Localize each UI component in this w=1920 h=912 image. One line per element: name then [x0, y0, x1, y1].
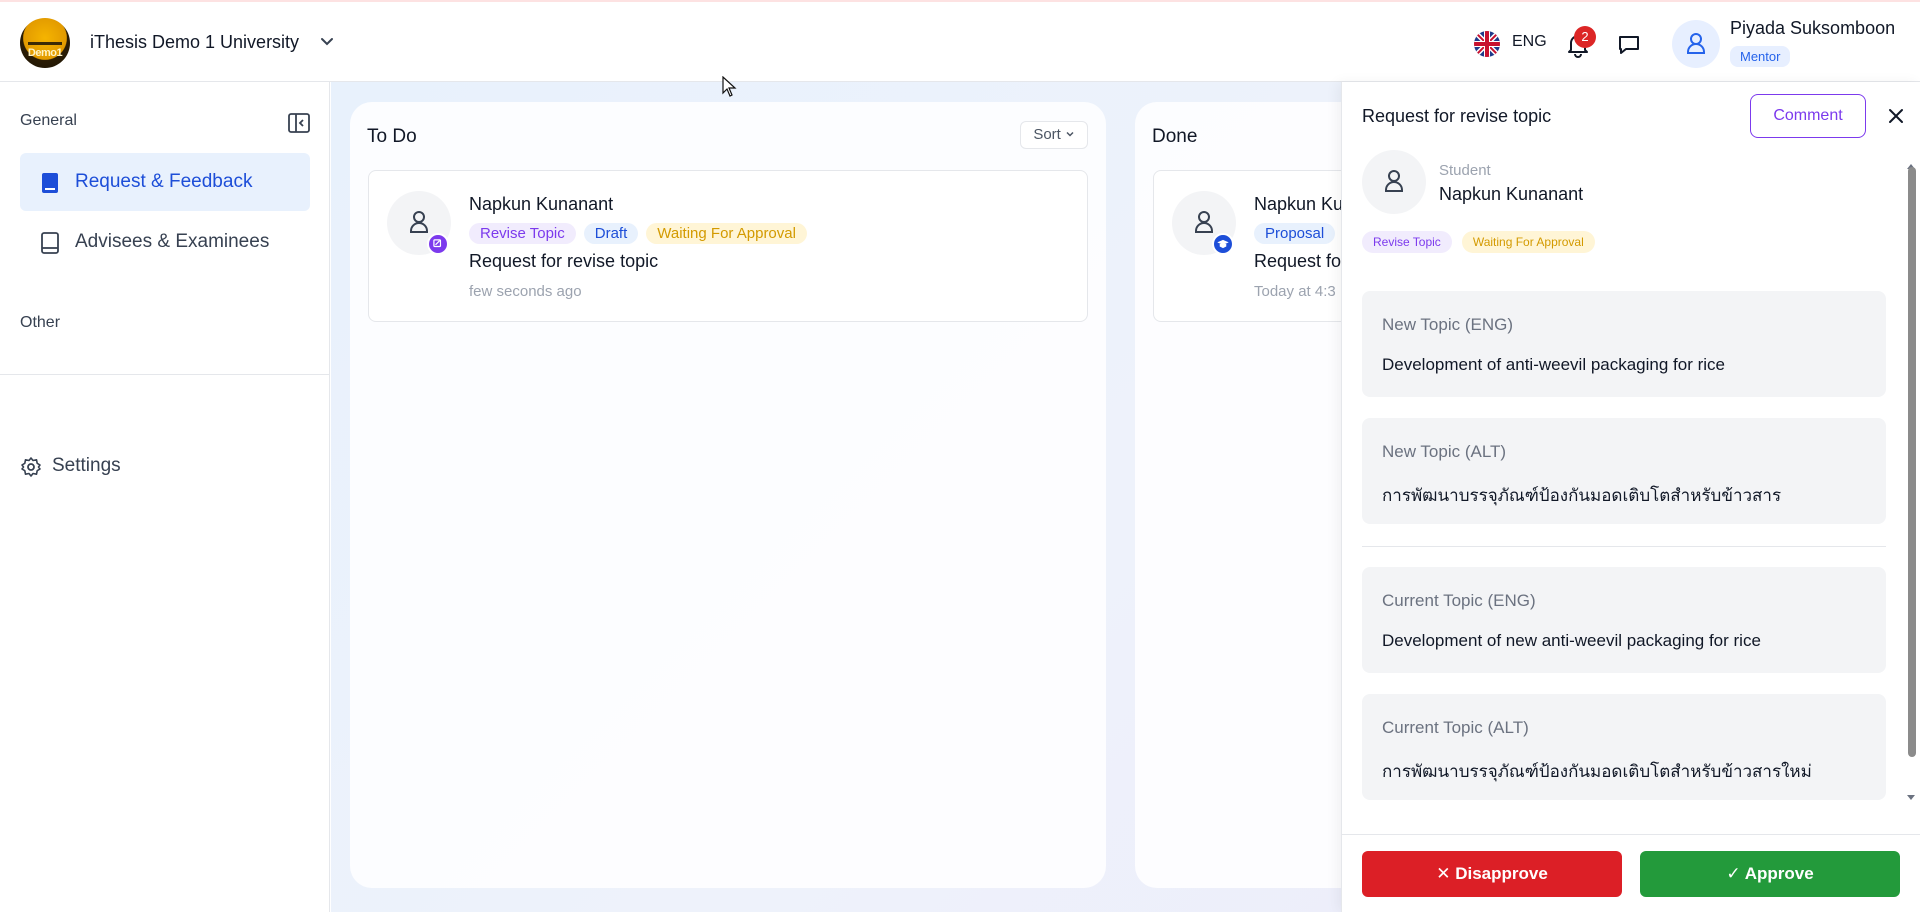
request-detail-panel: Request for revise topic Comment Student…: [1341, 82, 1920, 912]
close-icon[interactable]: [1886, 106, 1906, 126]
sidebar-collapse-icon[interactable]: [288, 112, 310, 134]
card-student-name: Napkun Ku: [1254, 194, 1344, 214]
gear-icon: [21, 457, 41, 477]
logo-skyline: [28, 28, 62, 45]
column-todo: To Do Sort Napkun Kunanant Revise Topic …: [350, 102, 1106, 888]
student-avatar: [1362, 150, 1426, 214]
chevron-down-icon[interactable]: [318, 32, 336, 50]
university-name[interactable]: iThesis Demo 1 University: [90, 32, 299, 53]
person-icon: [1687, 33, 1705, 54]
tag-revise-topic: Revise Topic: [469, 223, 576, 244]
tag-draft: Draft: [583, 223, 639, 244]
approve-label: Approve: [1744, 864, 1814, 883]
user-name[interactable]: Piyada Suksomboon: [1730, 18, 1895, 39]
student-name: Napkun Kunanant: [1439, 184, 1584, 204]
scroll-thumb[interactable]: [1908, 167, 1916, 757]
column-title: To Do: [367, 126, 417, 147]
language-selector[interactable]: ENG: [1512, 33, 1547, 51]
logo-text: Demo1: [27, 47, 63, 59]
panel-footer: ✕ Disapprove ✓ Approve: [1342, 834, 1920, 912]
user-avatar[interactable]: [1672, 20, 1720, 68]
topic-current-eng: Current Topic (ENG) Development of new a…: [1362, 567, 1886, 673]
chevron-down-icon: [1066, 131, 1074, 137]
card-request-title: Request for revise topic: [469, 251, 659, 271]
sidebar-item-advisees-examinees[interactable]: Advisees & Examinees: [20, 213, 310, 271]
section-label-general: General: [20, 112, 77, 129]
sidebar-item-label: Request & Feedback: [75, 171, 253, 192]
panel-title: Request for revise topic: [1362, 106, 1552, 126]
tag-waiting-approval: Waiting For Approval: [1461, 231, 1595, 253]
sidebar: General Request & Feedback Advisees & Ex…: [0, 82, 330, 912]
user-role-badge: Mentor: [1730, 46, 1791, 67]
sort-button[interactable]: Sort: [1020, 121, 1088, 149]
person-icon: [1385, 170, 1403, 192]
notebook-icon: [41, 232, 59, 254]
topic-value: การพัฒนาบรรจุภัณฑ์ป้องกันมอดเติบโตสำหรับ…: [1382, 762, 1812, 781]
disapprove-label: Disapprove: [1455, 864, 1548, 883]
request-card[interactable]: Napkun Kunanant Revise Topic Draft Waiti…: [368, 170, 1088, 322]
card-tags: Revise Topic Draft Waiting For Approval: [469, 223, 807, 244]
tag-proposal: Proposal: [1254, 223, 1336, 244]
tag-waiting-approval: Waiting For Approval: [646, 223, 807, 244]
comment-button[interactable]: Comment: [1750, 94, 1866, 138]
sidebar-divider: [0, 374, 330, 375]
sidebar-item-request-feedback[interactable]: Request & Feedback: [20, 153, 310, 211]
topic-label: Current Topic (ALT): [1382, 718, 1529, 737]
topic-new-eng: New Topic (ENG) Development of anti-weev…: [1362, 291, 1886, 397]
close-icon: ✕: [1436, 864, 1451, 883]
topic-label: New Topic (ENG): [1382, 315, 1513, 334]
sort-label: Sort: [1033, 126, 1061, 143]
university-logo[interactable]: Demo1: [20, 18, 70, 68]
disapprove-button[interactable]: ✕ Disapprove: [1362, 851, 1622, 897]
student-label: Student: [1439, 162, 1491, 179]
card-timestamp: Today at 4:3: [1254, 283, 1336, 300]
notification-badge: 2: [1574, 26, 1596, 48]
tag-revise-topic: Revise Topic: [1362, 231, 1452, 253]
card-timestamp: few seconds ago: [469, 283, 582, 300]
card-request-title: Request fo: [1254, 251, 1342, 271]
topic-label: New Topic (ALT): [1382, 442, 1507, 461]
card-student-name: Napkun Kunanant: [469, 194, 614, 214]
approve-button[interactable]: ✓ Approve: [1640, 851, 1900, 897]
panel-tags: Revise Topic Waiting For Approval: [1362, 231, 1595, 253]
panel-divider: [1362, 546, 1886, 547]
topic-label: Current Topic (ENG): [1382, 591, 1536, 610]
scroll-down-icon[interactable]: [1905, 794, 1917, 802]
section-label-other: Other: [20, 314, 61, 331]
graduation-cap-icon: [1212, 233, 1234, 255]
check-icon: ✓: [1726, 864, 1741, 883]
panel-scrollbar[interactable]: [1905, 157, 1917, 802]
top-bar: Demo1 iThesis Demo 1 University ENG 2 Pi…: [0, 0, 1920, 82]
revise-badge-icon: [427, 233, 449, 255]
book-icon: [42, 173, 58, 193]
topic-new-alt: New Topic (ALT) การพัฒนาบรรจุภัณฑ์ป้องกั…: [1362, 418, 1886, 524]
column-title: Done: [1152, 126, 1198, 147]
chat-icon[interactable]: [1616, 32, 1642, 58]
sidebar-item-label: Settings: [52, 455, 121, 476]
topic-current-alt: Current Topic (ALT) การพัฒนาบรรจุภัณฑ์ป้…: [1362, 694, 1886, 800]
sidebar-item-label: Advisees & Examinees: [75, 231, 270, 252]
sidebar-item-settings[interactable]: Settings: [20, 454, 310, 480]
uk-flag-icon[interactable]: [1474, 31, 1500, 57]
topic-value: Development of new anti-weevil packaging…: [1382, 631, 1761, 650]
topic-value: Development of anti-weevil packaging for…: [1382, 355, 1726, 374]
card-tags: Proposal: [1254, 223, 1336, 244]
mouse-cursor-icon: [722, 76, 737, 97]
topic-value: การพัฒนาบรรจุภัณฑ์ป้องกันมอดเติบโตสำหรับ…: [1382, 486, 1782, 505]
